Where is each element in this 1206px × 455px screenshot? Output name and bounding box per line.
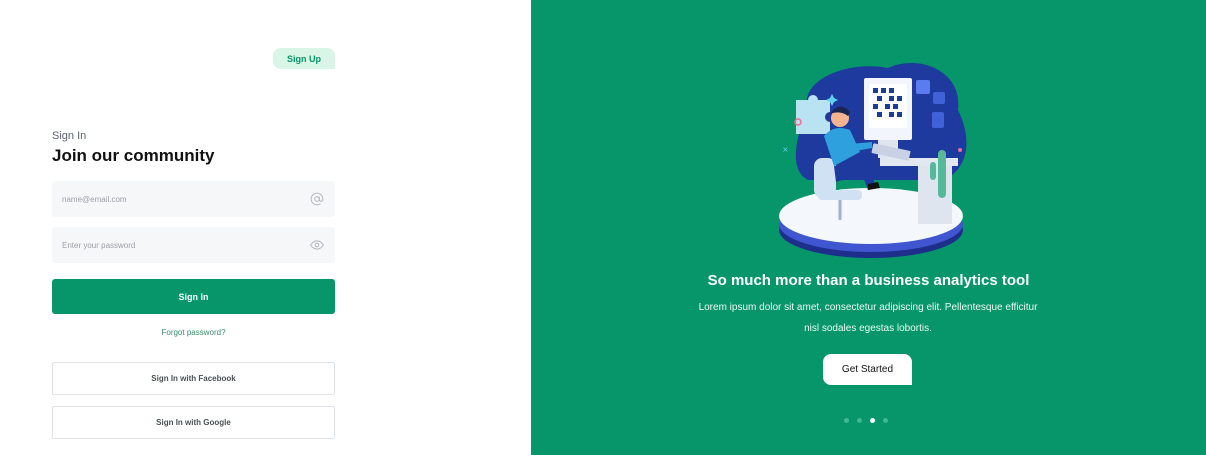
sign-in-page: Sign Up Sign In Join our community Sign … xyxy=(0,0,1206,455)
eye-icon[interactable] xyxy=(310,238,324,252)
hero-title: So much more than a business analytics t… xyxy=(707,272,1030,289)
sign-in-panel: Sign Up Sign In Join our community Sign … xyxy=(0,0,531,455)
sign-in-button[interactable]: Sign In xyxy=(52,279,335,314)
carousel-dot-active[interactable] xyxy=(870,418,875,423)
carousel-dots xyxy=(844,418,888,423)
svg-text:×: × xyxy=(782,145,789,154)
hero-panel: × So much more than a business analytics… xyxy=(531,0,1206,455)
get-started-button[interactable]: Get Started xyxy=(823,354,912,385)
hero-description: Lorem ipsum dolor sit amet, consectetur … xyxy=(698,302,1038,334)
sign-up-button[interactable]: Sign Up xyxy=(273,48,335,69)
facebook-sign-in-button[interactable]: Sign In with Facebook xyxy=(52,362,335,395)
carousel-dot[interactable] xyxy=(883,418,888,423)
email-field xyxy=(52,181,335,217)
sign-in-eyebrow: Sign In xyxy=(52,130,87,142)
analytics-illustration: × xyxy=(779,63,967,258)
carousel-dot[interactable] xyxy=(844,418,849,423)
google-sign-in-button[interactable]: Sign In with Google xyxy=(52,406,335,439)
password-input[interactable] xyxy=(52,227,335,263)
page-title: Join our community xyxy=(52,146,215,165)
password-field xyxy=(52,227,335,263)
carousel-dot[interactable] xyxy=(857,418,862,423)
at-icon xyxy=(310,192,324,206)
forgot-password-link[interactable]: Forgot password? xyxy=(52,328,335,337)
email-input[interactable] xyxy=(52,181,335,217)
